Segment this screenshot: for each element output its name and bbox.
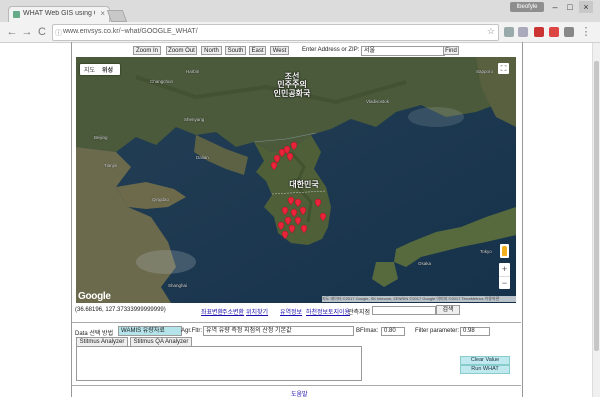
divider [72, 385, 521, 386]
street-view-pegman-icon[interactable] [500, 244, 509, 258]
find-button[interactable]: Find [443, 46, 459, 55]
link-coord-convert[interactable]: 좌표변환 [201, 307, 223, 316]
extension-icon[interactable] [564, 27, 574, 37]
search-button[interactable]: 검색 [436, 305, 460, 315]
divider [72, 322, 521, 323]
city-label: Shanghai [168, 283, 188, 288]
profile-chip[interactable]: Ibeofyle [510, 2, 544, 12]
agri-filter-label: Agr.Fltr: [181, 328, 203, 334]
city-label: Shenyang [184, 117, 205, 122]
map-type-map[interactable]: 지도 [84, 65, 95, 74]
extension-icon[interactable] [504, 27, 514, 37]
west-button[interactable]: West [270, 46, 289, 55]
city-label: Beijing [94, 135, 108, 140]
station-label: 관측지점 [348, 310, 371, 316]
menu-icon[interactable]: ⋮ [580, 25, 592, 39]
reload-icon[interactable]: C [36, 25, 48, 39]
north-button[interactable]: North [201, 46, 222, 55]
scrollbar-thumb[interactable] [594, 61, 599, 351]
data-method-select[interactable]: WAMIS 유량자료 [118, 326, 182, 336]
forward-arrow-icon[interactable]: → [21, 25, 33, 39]
browser-tab[interactable]: WHAT Web GIS using G × [8, 6, 110, 23]
output-textarea[interactable] [76, 346, 362, 381]
coordinate-readout: (36.68196, 127.37333999999999) [75, 307, 166, 313]
extension-icon[interactable] [518, 27, 528, 37]
run-what-button[interactable]: Run WHAT [460, 365, 510, 374]
address-input[interactable]: 서울 [361, 46, 445, 56]
agri-filter-select[interactable]: 유역 유량 측정 지점의 산정 기본값 [203, 326, 354, 336]
north-korea-label: 조선 민주주의 인민공화국 [273, 72, 311, 98]
browser-toolbar: ← → C ⓘ www.envsys.co.kr/~what/GOOGLE_WH… [0, 22, 600, 43]
bfimax-input[interactable]: 0.80 [381, 327, 405, 336]
maximize-icon[interactable]: □ [563, 1, 577, 13]
address-label: Enter Address or ZIP: [302, 47, 360, 53]
pegman-figure [502, 246, 507, 256]
east-button[interactable]: East [249, 46, 266, 55]
city-label: Osaka [418, 261, 432, 266]
map-attribution[interactable]: 지도 데이터 ©2017 Google, SK telecom, ZENRIN … [322, 296, 516, 302]
link-landuse[interactable]: 토지이용 [328, 307, 350, 316]
google-logo: Google [78, 291, 111, 302]
address-bar[interactable]: ⓘ www.envsys.co.kr/~what/GOOGLE_WHAT/ ☆ [52, 24, 499, 41]
filter-parameter-label: Filter parameter: [415, 328, 460, 334]
link-address-convert[interactable]: 주소변환 [222, 307, 244, 316]
tab-title: WHAT Web GIS using G [23, 10, 95, 17]
south-button[interactable]: South [225, 46, 246, 55]
city-label: Tianjin [104, 163, 118, 168]
map-zoom-in-icon[interactable]: + [499, 263, 510, 277]
link-watershed-info[interactable]: 유역정보 [280, 307, 302, 316]
station-input[interactable] [372, 306, 436, 315]
map-zoom-control[interactable]: + − [499, 263, 510, 289]
city-label: Tokyo [480, 249, 492, 254]
url-text: www.envsys.co.kr/~what/GOOGLE_WHAT/ [63, 28, 198, 35]
clear-value-button[interactable]: Clear Value [460, 356, 510, 365]
map-type-satellite[interactable]: 위성 [102, 65, 113, 74]
page-scrollbar[interactable] [592, 43, 600, 397]
extension-icon[interactable] [534, 27, 544, 37]
city-label: Vladivostok [366, 99, 390, 104]
bfimax-label: BFImax: [356, 328, 379, 334]
city-label: Changchun [150, 79, 174, 84]
bookmark-star-icon[interactable]: ☆ [487, 26, 495, 37]
link-river-info[interactable]: 하천정보 [306, 307, 328, 316]
city-label: Dalian [196, 155, 209, 160]
fullscreen-icon[interactable]: ⛶ [498, 63, 509, 74]
zoom-out-button[interactable]: Zoom Out [166, 46, 197, 55]
close-window-icon[interactable]: × [579, 1, 593, 13]
city-label: Harbin [186, 69, 200, 74]
data-method-label: Data 선택 방법 [75, 331, 114, 337]
south-korea-label: 대한민국 [289, 180, 319, 189]
map-zoom-out-icon[interactable]: − [499, 277, 510, 290]
city-label: Qingdao [152, 197, 170, 202]
back-arrow-icon[interactable]: ← [6, 25, 18, 39]
tab-close-icon[interactable]: × [100, 9, 105, 18]
gmail-icon[interactable] [549, 27, 559, 37]
minimize-icon[interactable]: – [548, 1, 562, 13]
favicon-icon [13, 11, 20, 18]
zoom-in-button[interactable]: Zoom In [133, 46, 161, 55]
link-location-find[interactable]: 위치찾기 [246, 307, 268, 316]
city-label: Sapporo [476, 69, 494, 74]
info-icon: ⓘ [55, 30, 62, 37]
satellite-map[interactable]: 조선 민주주의 인민공화국 대한민국 Harbin Changchun Shen… [76, 57, 516, 303]
filter-parameter-input[interactable]: 0.98 [460, 327, 490, 336]
map-type-control[interactable]: 지도 위성 [80, 64, 120, 75]
